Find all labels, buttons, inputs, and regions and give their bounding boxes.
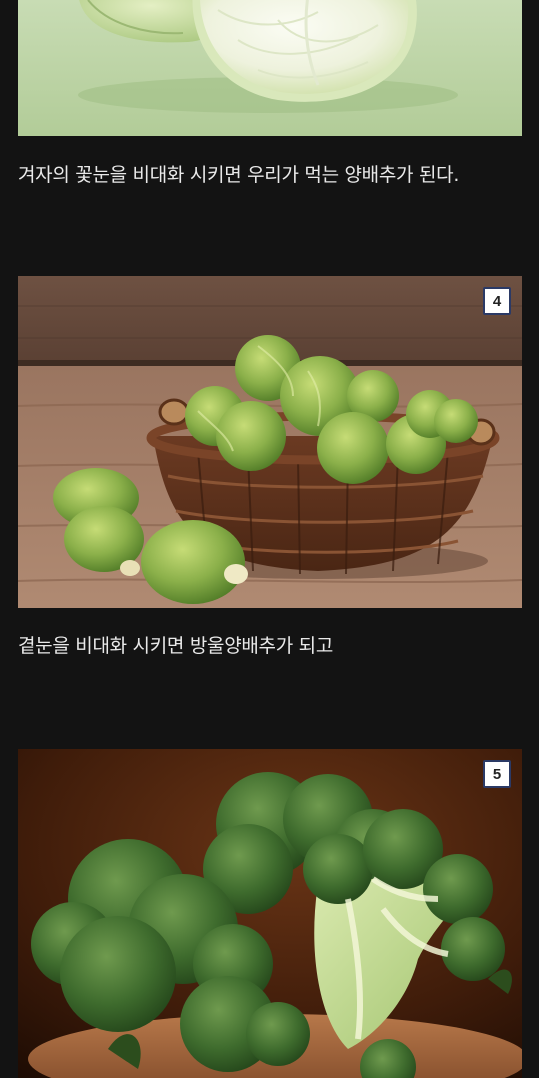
- brussels-sprouts-image: 4: [18, 276, 522, 608]
- caption-cabbage: 겨자의 꽃눈을 비대화 시키면 우리가 먹는 양배추가 된다.: [18, 164, 460, 186]
- caption-brussels-sprouts: 곁눈을 비대화 시키면 방울양배추가 되고: [18, 635, 334, 657]
- cabbage-image: [18, 0, 522, 136]
- broccoli-image: 5: [18, 749, 522, 1078]
- slide-number-badge: 4: [483, 287, 511, 315]
- slide-number-badge: 5: [483, 760, 511, 788]
